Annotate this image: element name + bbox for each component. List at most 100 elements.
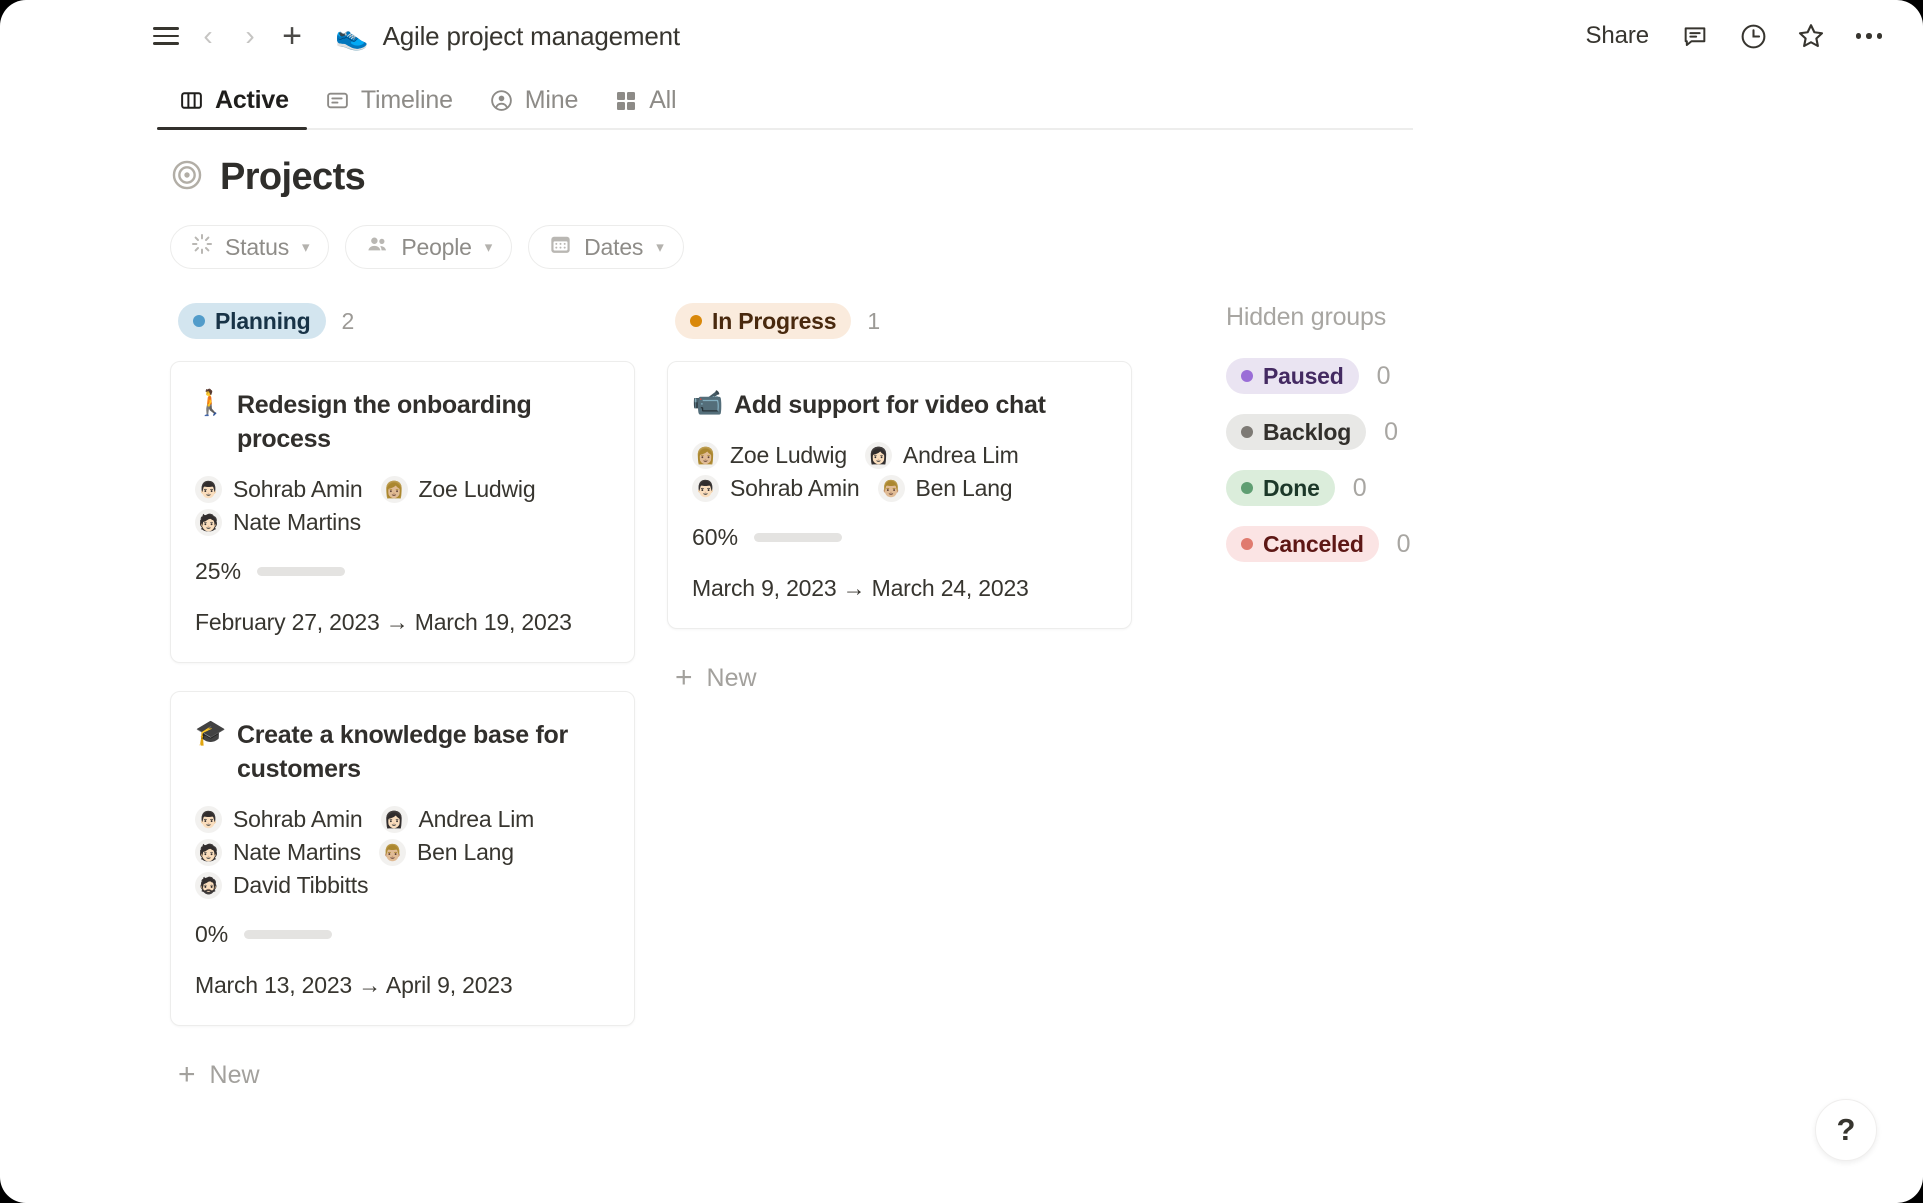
column-header[interactable]: In Progress 1: [667, 303, 1132, 339]
database-title-text: Projects: [220, 156, 366, 198]
history-icon[interactable]: [1729, 12, 1777, 60]
filter-status[interactable]: Status ▾: [170, 225, 330, 269]
person-circle-icon: [489, 88, 514, 113]
forward-icon[interactable]: ›: [229, 15, 271, 57]
status-badge: Canceled: [1226, 526, 1379, 562]
column-header[interactable]: Planning 2: [170, 303, 635, 339]
card-people: 👩🏼 Zoe Ludwig 👩🏻 Andrea Lim 👨🏻 Sohrab Am…: [692, 442, 1107, 502]
hidden-group-item[interactable]: Paused 0: [1226, 358, 1411, 394]
group-count: 0: [1352, 473, 1367, 502]
chevron-down-icon: ▾: [484, 239, 493, 256]
filter-people[interactable]: People ▾: [345, 225, 513, 269]
board-card[interactable]: 📹 Add support for video chat 👩🏼 Zoe Ludw…: [667, 361, 1132, 629]
status-dot-icon: [1241, 482, 1253, 494]
person-chip: 👩🏼 Zoe Ludwig: [692, 442, 847, 469]
column-count: 1: [867, 307, 881, 334]
hidden-group-item[interactable]: Done 0: [1226, 470, 1411, 506]
filter-dates[interactable]: Dates ▾: [528, 225, 684, 269]
comment-icon[interactable]: [1671, 12, 1719, 60]
person-chip: 🧔🏻 David Tibbitts: [195, 872, 368, 899]
hidden-group-item[interactable]: Backlog 0: [1226, 414, 1411, 450]
card-date-range: March 9, 2023 → March 24, 2023: [692, 575, 1029, 601]
status-dot-icon: [1241, 538, 1253, 550]
target-icon: [170, 158, 204, 197]
avatar: 👨🏻: [195, 476, 222, 503]
tab-timeline[interactable]: Timeline: [307, 86, 471, 130]
status-badge: Planning: [178, 303, 326, 339]
person-name: Andrea Lim: [902, 442, 1019, 468]
progress-percent: 60%: [692, 524, 739, 550]
avatar: 🧑🏻: [195, 839, 222, 866]
person-chip: 👨🏼 Ben Lang: [877, 475, 1013, 502]
avatar: 👩🏼: [380, 476, 408, 503]
column-count: 2: [341, 307, 355, 334]
filter-bar: Status ▾ People ▾ Dates ▾: [170, 225, 1923, 269]
person-chip: 👩🏻 Andrea Lim: [864, 442, 1019, 469]
person-name: Zoe Ludwig: [418, 476, 536, 502]
person-name: Zoe Ludwig: [730, 442, 847, 468]
people-icon: [365, 232, 390, 263]
person-chip: 👨🏻 Sohrab Amin: [195, 806, 363, 833]
tab-active[interactable]: Active: [157, 86, 307, 130]
more-options-icon[interactable]: [1845, 12, 1893, 60]
card-title-row: 🚶 Redesign the onboarding process: [195, 388, 610, 456]
progress-track: [244, 930, 333, 939]
graduation-cap-icon: 🎓: [195, 719, 227, 747]
status-label: Done: [1263, 474, 1320, 501]
group-count: 0: [1376, 361, 1391, 390]
kanban-board: Planning 2 🚶 Redesign the onboarding pro…: [170, 303, 1923, 1096]
person-name: Andrea Lim: [418, 806, 535, 832]
status-label: In Progress: [712, 307, 837, 334]
spinner-icon: [190, 232, 214, 262]
new-page-plus-icon[interactable]: +: [271, 15, 313, 57]
card-progress: 25%: [195, 558, 610, 585]
avatar: 👨🏻: [195, 806, 222, 833]
menu-icon[interactable]: [145, 15, 187, 57]
new-label: New: [209, 1060, 260, 1089]
group-count: 0: [1396, 529, 1411, 558]
top-bar-left: ‹ › + 👟 Agile project management: [145, 15, 680, 57]
progress-percent: 0%: [195, 921, 229, 947]
page-emoji-icon: 👟: [335, 20, 369, 51]
board-card[interactable]: 🚶 Redesign the onboarding process 👨🏻 Soh…: [170, 361, 635, 663]
tab-mine[interactable]: Mine: [471, 86, 596, 130]
status-dot-icon: [1241, 426, 1253, 438]
person-chip: 👨🏻 Sohrab Amin: [692, 475, 860, 502]
avatar: 🧑🏻: [195, 509, 222, 536]
hidden-group-item[interactable]: Canceled 0: [1226, 526, 1411, 562]
new-label: New: [706, 663, 757, 692]
status-label: Backlog: [1263, 418, 1352, 445]
person-chip: 👩🏻 Andrea Lim: [380, 806, 535, 833]
progress-percent: 25%: [195, 558, 242, 584]
chevron-down-icon: ▾: [302, 239, 310, 256]
card-title: Add support for video chat: [734, 391, 1046, 419]
board-column-in-progress: In Progress 1 📹 Add support for video ch…: [667, 303, 1132, 699]
share-button[interactable]: Share: [1573, 16, 1661, 56]
plus-icon: +: [178, 1058, 196, 1091]
filter-label: Dates: [584, 233, 644, 260]
grid-view-icon: [614, 89, 638, 113]
avatar: 👨🏼: [877, 475, 905, 502]
board-card[interactable]: 🎓 Create a knowledge base for customers …: [170, 691, 635, 1026]
tab-all[interactable]: All: [596, 86, 694, 130]
help-button[interactable]: ?: [1815, 1099, 1877, 1161]
status-badge: Done: [1226, 470, 1335, 506]
app-window: ‹ › + 👟 Agile project management Share A…: [0, 0, 1923, 1203]
status-label: Paused: [1263, 362, 1344, 389]
view-tabs: Active Timeline Mine All: [0, 72, 1923, 130]
top-bar: ‹ › + 👟 Agile project management Share: [0, 0, 1923, 72]
person-name: Nate Martins: [233, 839, 361, 865]
board-column-planning: Planning 2 🚶 Redesign the onboarding pro…: [170, 303, 635, 1096]
card-people: 👨🏻 Sohrab Amin 👩🏼 Zoe Ludwig 🧑🏻 Nate Mar…: [195, 476, 610, 536]
status-label: Canceled: [1263, 530, 1364, 557]
favorite-star-icon[interactable]: [1787, 12, 1835, 60]
status-dot-icon: [193, 315, 205, 327]
progress-track: [257, 567, 346, 576]
hidden-groups-title: Hidden groups: [1226, 303, 1387, 331]
avatar: 👩🏻: [380, 806, 408, 833]
card-progress: 0%: [195, 921, 610, 948]
add-new-card-button[interactable]: + New: [170, 1054, 635, 1096]
back-icon[interactable]: ‹: [187, 15, 229, 57]
add-new-card-button[interactable]: + New: [667, 657, 1132, 699]
breadcrumb[interactable]: 👟 Agile project management: [335, 21, 680, 52]
